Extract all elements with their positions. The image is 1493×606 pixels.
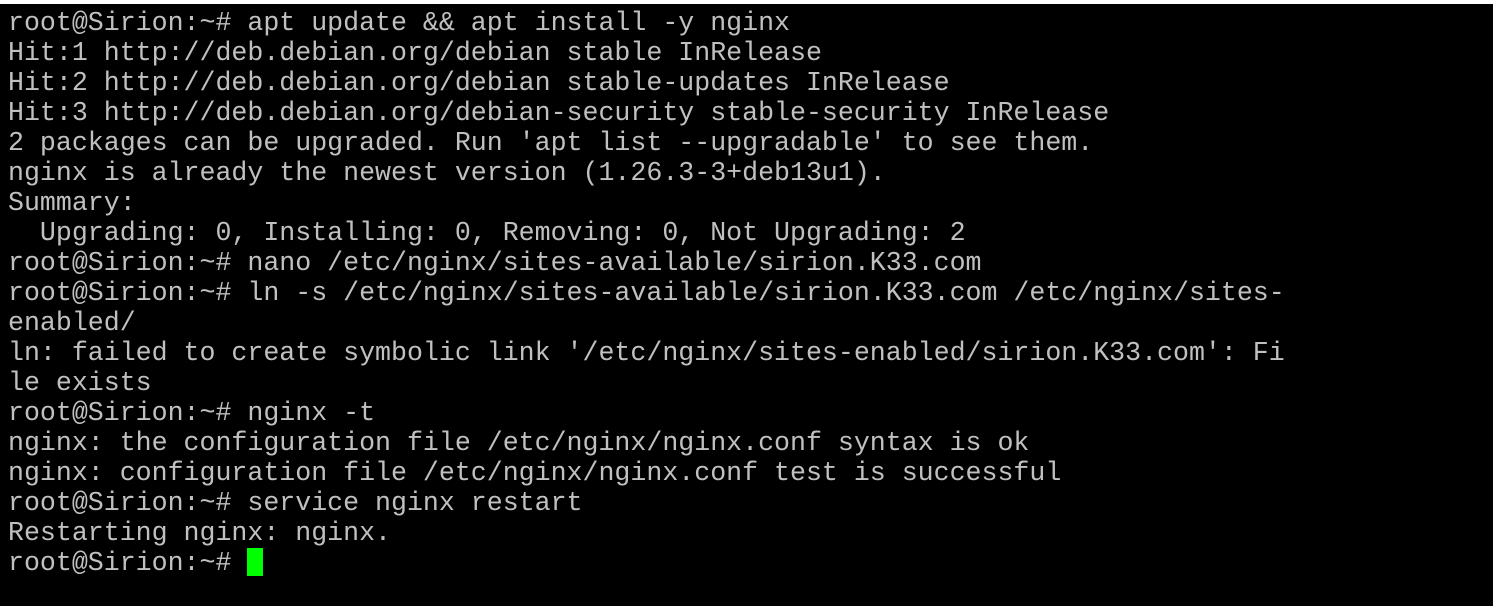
terminal-line: root@Sirion:~# ln -s /etc/nginx/sites-av… bbox=[8, 278, 1285, 308]
terminal-line: root@Sirion:~# service nginx restart bbox=[8, 488, 583, 518]
terminal-line: root@Sirion:~# nano /etc/nginx/sites-ava… bbox=[8, 248, 982, 278]
terminal-line: nginx is already the newest version (1.2… bbox=[8, 158, 886, 188]
terminal-line: Restarting nginx: nginx. bbox=[8, 518, 392, 548]
terminal-line: le exists bbox=[8, 368, 152, 398]
terminal-line: Summary: bbox=[8, 188, 136, 218]
terminal-window[interactable]: root@Sirion:~# apt update && apt install… bbox=[0, 4, 1493, 606]
terminal-line: nginx: the configuration file /etc/nginx… bbox=[8, 428, 1030, 458]
terminal-line: ln: failed to create symbolic link '/etc… bbox=[8, 338, 1285, 368]
terminal-line: Hit:2 http://deb.debian.org/debian stabl… bbox=[8, 68, 950, 98]
terminal-line: 2 packages can be upgraded. Run 'apt lis… bbox=[8, 128, 1094, 158]
terminal-line: Upgrading: 0, Installing: 0, Removing: 0… bbox=[8, 218, 966, 248]
terminal-line: root@Sirion:~# nginx -t bbox=[8, 398, 376, 428]
terminal-line: Hit:1 http://deb.debian.org/debian stabl… bbox=[8, 38, 822, 68]
terminal-prompt-line[interactable]: root@Sirion:~# bbox=[8, 548, 1486, 578]
terminal-cursor bbox=[247, 548, 264, 576]
terminal-line: Hit:3 http://deb.debian.org/debian-secur… bbox=[8, 98, 1110, 128]
terminal-prompt: root@Sirion:~# bbox=[8, 548, 248, 578]
terminal-line: root@Sirion:~# apt update && apt install… bbox=[8, 8, 790, 38]
terminal-line: enabled/ bbox=[8, 308, 136, 338]
terminal-line: nginx: configuration file /etc/nginx/ngi… bbox=[8, 458, 1062, 488]
terminal-output: root@Sirion:~# apt update && apt install… bbox=[8, 8, 1486, 578]
